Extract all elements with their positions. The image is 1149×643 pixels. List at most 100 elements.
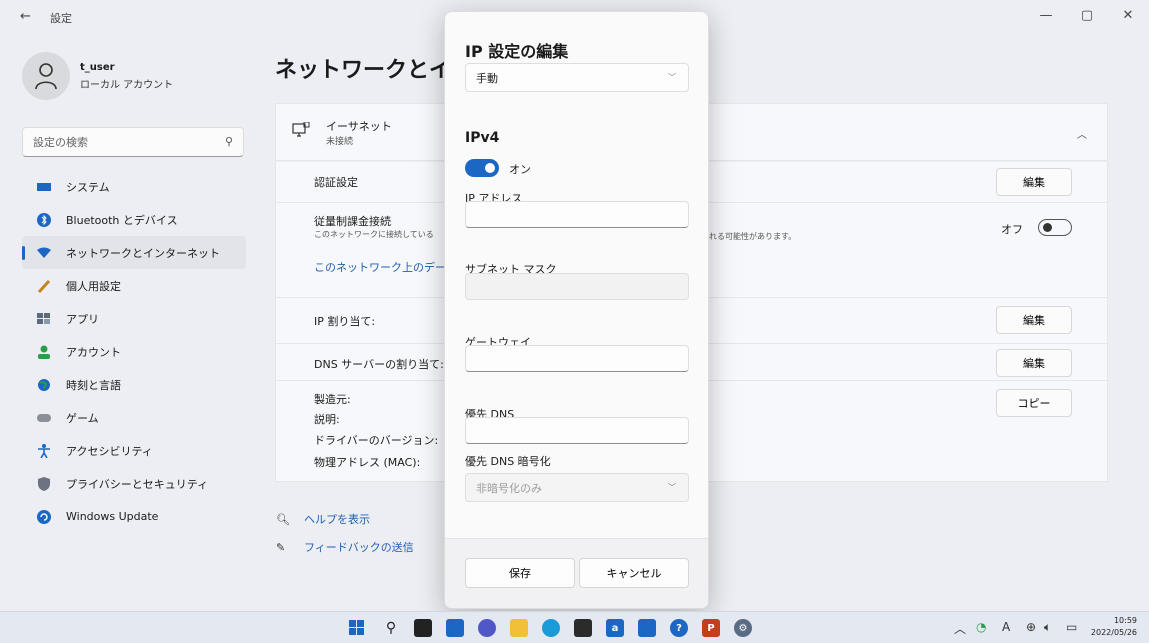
ip-address-field[interactable] [465,201,689,228]
property-manufacturer: 製造元: [314,393,351,406]
chevron-down-icon: ﹀ [668,483,676,492]
ip-mode-select[interactable]: 手動 ﹀ [465,63,689,92]
settings-search[interactable]: ⚲ [22,127,244,157]
help-link[interactable]: 🔍︎ ヘルプを表示 [276,511,370,527]
subnet-mask-input[interactable] [466,274,688,299]
chevron-down-icon: ﹀ [668,73,676,82]
subnet-mask-field[interactable] [465,273,689,300]
cancel-button[interactable]: キャンセル [579,558,689,588]
dns-encryption-value: 非暗号化のみ [476,481,542,495]
cortana-icon[interactable] [638,619,656,637]
auth-settings-label: 認証設定 [314,176,358,189]
sidebar-item-gaming[interactable]: ゲーム [22,401,246,434]
file-explorer-icon[interactable] [510,619,528,637]
edge-icon[interactable] [542,619,560,637]
sidebar-item-label: アカウント [66,345,121,359]
user-name: t_user [80,62,115,73]
ipv4-heading: IPv4 [465,130,500,146]
sidebar-item-network[interactable]: ネットワークとインターネット [22,236,246,269]
search-icon[interactable]: ⚲ [225,135,233,148]
sidebar-item-time-language[interactable]: 時刻と言語 [22,368,246,401]
ethernet-icon [292,121,310,143]
metered-desc: このネットワークに接続している [314,230,434,239]
ip-assignment-label: IP 割り当て: [314,315,376,328]
gateway-input[interactable] [466,346,688,371]
property-mac: 物理アドレス (MAC): [314,456,421,469]
preferred-dns-input[interactable] [466,418,688,443]
gateway-field[interactable] [465,345,689,372]
volume-icon[interactable]: 🔈︎ [1044,620,1051,635]
powerpoint-icon[interactable]: P [702,619,720,637]
edit-ip-button[interactable]: 編集 [996,306,1072,334]
sidebar-item-label: プライバシーとセキュリティ [66,477,209,491]
globe-icon[interactable]: ⊕ [1026,620,1036,634]
avatar [22,52,70,100]
settings-gear-icon[interactable]: ⚙ [734,619,752,637]
ime-indicator[interactable]: A [1002,620,1010,634]
amazon-icon[interactable]: a [606,619,624,637]
chevron-up-icon[interactable]: ︿ [1077,126,1087,141]
dialog-footer: 保存 キャンセル [445,538,708,608]
clock-date: 2022/05/26 [1090,628,1137,637]
ethernet-status: 未接続 [326,137,354,147]
dns-assignment-label: DNS サーバーの割り当て: [314,358,444,371]
sidebar-item-personalization[interactable]: 個人用設定 [22,269,246,302]
clock[interactable]: 10:59 2022/05/26 [1091,615,1137,639]
sidebar-item-label: アプリ [66,312,99,326]
sidebar-item-apps[interactable]: アプリ [22,302,246,335]
feedback-label: フィードバックの送信 [304,541,414,554]
chat-icon[interactable] [478,619,496,637]
sidebar-item-label: ネットワークとインターネット [66,246,220,260]
sidebar-item-accounts[interactable]: アカウント [22,335,246,368]
sidebar-item-label: Windows Update [66,510,159,523]
save-button[interactable]: 保存 [465,558,575,588]
sidebar-item-label: アクセシビリティ [66,444,153,458]
sidebar-item-privacy[interactable]: プライバシーとセキュリティ [22,467,246,500]
close-icon[interactable]: ✕ [1118,8,1138,23]
feedback-link[interactable]: ✎ フィードバックの送信 [276,539,414,555]
store-icon[interactable] [574,619,592,637]
copy-button[interactable]: コピー [996,389,1072,417]
taskbar: ⚲ a ? P ⚙ ︿ ◔ A ⊕ 🔈︎ ▭ 10:59 2022/05/26 [0,611,1149,643]
back-arrow-icon[interactable]: ← [20,9,31,24]
sidebar-item-label: 時刻と言語 [66,378,121,392]
sidebar-item-windows-update[interactable]: Windows Update [22,500,246,533]
ipv4-toggle[interactable] [465,159,499,177]
preferred-dns-field[interactable] [465,417,689,444]
minimize-icon[interactable]: — [1036,8,1056,23]
metered-toggle[interactable] [1038,219,1072,236]
data-usage-link[interactable]: このネットワーク上のデータ( [314,259,461,275]
globe-icon [36,377,52,393]
sidebar-item-label: Bluetooth とデバイス [66,213,178,227]
search-input[interactable] [23,128,213,156]
task-view-icon[interactable] [414,619,432,637]
help-icon: 🔍︎ [276,512,290,526]
widgets-icon[interactable] [446,619,464,637]
window-title: 設定 [50,12,72,25]
metered-toggle-label: オフ [1001,223,1023,236]
sidebar-item-accessibility[interactable]: アクセシビリティ [22,434,246,467]
brush-icon [36,278,52,294]
battery-icon[interactable]: ▭ [1066,620,1077,634]
help-app-icon[interactable]: ? [670,619,688,637]
edit-auth-button[interactable]: 編集 [996,168,1072,196]
start-icon[interactable] [348,619,366,637]
network-status-icon[interactable]: ◔ [976,620,986,634]
search-icon[interactable]: ⚲ [382,619,400,637]
active-indicator [22,246,25,260]
sidebar-item-label: システム [66,180,110,194]
sidebar-item-label: ゲーム [66,411,99,425]
dns-encryption-label: 優先 DNS 暗号化 [465,455,551,468]
account-icon [36,344,52,360]
sidebar-item-system[interactable]: システム [22,170,246,203]
clock-time: 10:59 [1113,616,1137,625]
feedback-icon: ✎ [276,540,286,554]
dns-encryption-select[interactable]: 非暗号化のみ ﹀ [465,473,689,502]
maximize-icon[interactable]: ▢ [1077,8,1097,23]
edit-dns-button[interactable]: 編集 [996,349,1072,377]
sidebar-item-bluetooth[interactable]: Bluetooth とデバイス [22,203,246,236]
ip-address-input[interactable] [466,202,688,227]
toggle-knob [485,163,495,173]
apps-icon [36,311,52,327]
chevron-up-icon[interactable]: ︿ [954,620,966,637]
